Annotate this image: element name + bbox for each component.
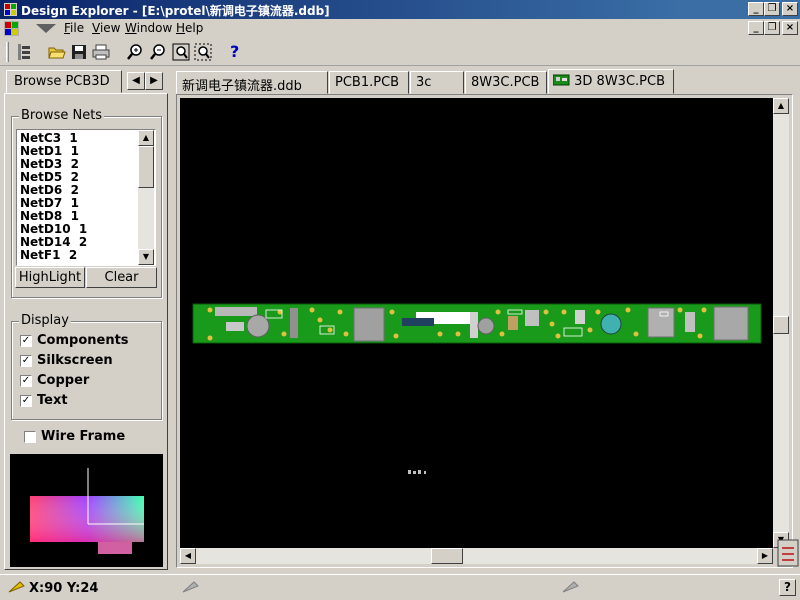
checkbox-label: Components [37,333,129,348]
toolbar-grip [6,42,9,62]
pcb-3d-viewport[interactable] [180,98,773,548]
scroll-thumb[interactable] [773,316,789,334]
browse-nets-label: Browse Nets [19,108,105,123]
scroll-thumb[interactable] [138,146,154,188]
checkbox-label: Wire Frame [41,429,126,444]
check-icon[interactable]: ✓ [20,375,32,387]
doc-restore-button[interactable]: ❐ [764,21,780,35]
viewport-horizontal-scrollbar[interactable]: ◀ ▶ [180,548,773,564]
display-label: Display [19,313,71,328]
panel-next-button[interactable]: ▶ [145,72,163,90]
doc-minimize-button[interactable]: _ [748,21,764,35]
clear-button[interactable]: Clear [86,267,157,288]
minimize-button[interactable]: _ [748,2,764,16]
check-icon[interactable]: ✓ [20,395,32,407]
save-icon[interactable] [70,43,88,61]
checkbox-box[interactable] [24,431,36,443]
orientation-preview[interactable] [10,454,163,567]
window-title: Design Explorer - [E:\protel\新调电子镇流器.ddb… [21,4,330,18]
menu-bar: File View Window Help _ ❐ × [0,19,800,38]
maximize-button[interactable]: ❐ [764,2,780,16]
print-icon[interactable] [92,43,110,61]
viewport-vertical-scrollbar[interactable]: ▲ ▼ [773,98,789,548]
scroll-left-icon[interactable]: ◀ [180,548,196,564]
doc-close-button[interactable]: × [782,21,798,35]
tab-3c[interactable]: 3c [410,71,464,94]
menu-file[interactable]: File [64,21,84,35]
highlight-button[interactable]: HighLight [15,267,85,288]
status-help-button[interactable]: ? [779,579,796,596]
status-coordinates: X:90 Y:24 [29,581,99,596]
check-icon[interactable]: ✓ [20,335,32,347]
scroll-up-icon[interactable]: ▲ [773,98,789,114]
zoom-out-icon[interactable] [149,43,167,61]
document-icon[interactable] [3,20,20,37]
tab-label: 3D 8W3C.PCB [574,74,665,89]
title-bar: Design Explorer - [E:\protel\新调电子镇流器.ddb… [0,0,800,19]
help-icon[interactable]: ? [230,42,239,61]
status-arrow-icon [182,581,199,593]
close-button[interactable]: × [782,2,798,16]
pointer-icon [8,581,25,593]
list-item[interactable]: NetF1 2 [20,249,77,262]
tab-ddb[interactable]: 新调电子镇流器.ddb [176,71,328,94]
menu-help[interactable]: Help [176,21,203,35]
menu-view[interactable]: View [92,21,120,35]
tab-3d-8w3c[interactable]: 3D 8W3C.PCB [548,69,674,94]
arrow-down-icon[interactable] [34,22,58,34]
checkbox-label: Silkscreen [37,353,113,368]
explorer-icon[interactable] [16,43,34,61]
panel-prev-button[interactable]: ◀ [127,72,145,90]
checkbox-label: Text [37,393,68,408]
zoom-area-icon[interactable] [194,43,212,61]
app-icon[interactable] [3,2,18,17]
pcb-board [192,303,762,474]
tab-8w3c[interactable]: 8W3C.PCB [465,71,547,94]
scroll-down-icon[interactable]: ▼ [138,249,154,265]
status-bar: X:90 Y:24 ? [0,574,800,600]
menu-window[interactable]: Window [125,21,172,35]
scroll-thumb[interactable] [431,548,463,564]
checkbox-label: Copper [37,373,90,388]
scroll-up-icon[interactable]: ▲ [138,130,154,146]
tab-browse-pcb3d[interactable]: Browse PCB3D [6,70,122,93]
resize-grip-icon[interactable] [776,536,800,568]
open-folder-icon[interactable] [48,43,66,61]
zoom-in-icon[interactable] [126,43,144,61]
zoom-fit-icon[interactable] [172,43,190,61]
scroll-right-icon[interactable]: ▶ [757,548,773,564]
tab-pcb1[interactable]: PCB1.PCB [329,71,409,94]
check-icon[interactable]: ✓ [20,355,32,367]
nets-scrollbar[interactable]: ▲ ▼ [138,130,154,265]
status-arrow-icon [562,581,579,593]
toolbar: ? [0,38,800,66]
orientation-cube [30,468,144,554]
pcb3d-icon [552,74,570,86]
nets-list[interactable]: NetC3 1 NetD1 1 NetD3 2 NetD5 2 NetD6 2 … [16,129,156,266]
